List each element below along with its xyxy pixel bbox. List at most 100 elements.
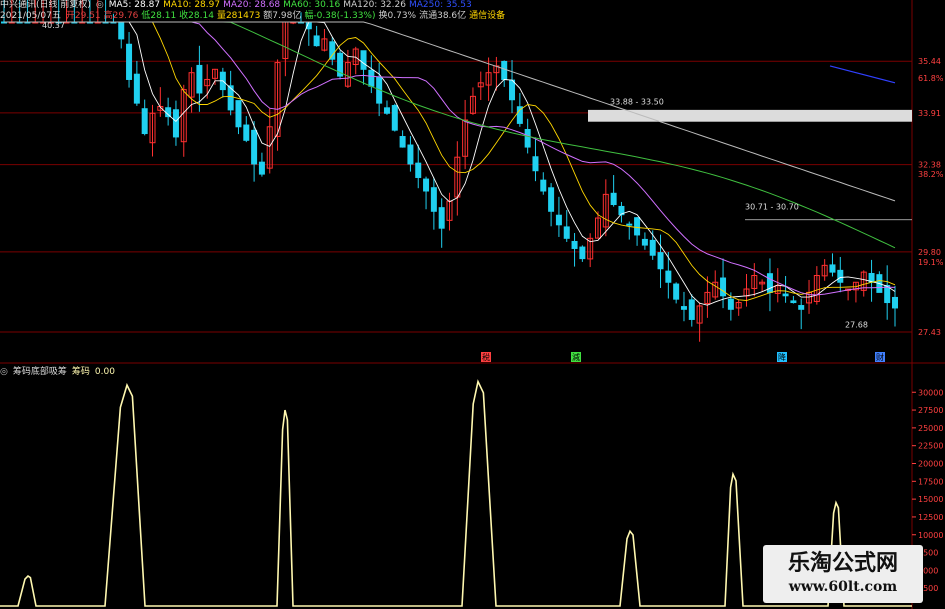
bar-date: 2021/05/07五 — [0, 11, 61, 21]
indicator-value: 0.00 — [94, 367, 115, 377]
candle-body-92 — [720, 277, 727, 297]
candle-body-30 — [235, 100, 242, 128]
candle-body-72 — [563, 226, 570, 239]
candle-body-93 — [727, 298, 734, 310]
ind-tick-7: 12500 — [918, 513, 943, 522]
ma250-line — [829, 65, 896, 84]
price-tick-4: 27.43 — [918, 328, 941, 337]
price-tick-3: 29.80 — [918, 248, 941, 257]
candle-body-85 — [665, 270, 672, 283]
candle-body-113 — [884, 284, 891, 304]
candle-body-46 — [360, 50, 367, 70]
indicator-header: ◎ 筹码底部吸筹 筹码 0.00 — [0, 367, 115, 377]
ind-tick-8: 10000 — [918, 531, 943, 540]
candle-body-69 — [540, 179, 547, 192]
price-annotation-1: 33.88 - 33.50 — [610, 98, 664, 107]
stock-title: 中兴通讯(日线 前复权) — [0, 0, 91, 10]
ohlc-item-0: 开29.51 — [65, 11, 101, 21]
candle-body-102 — [798, 305, 805, 310]
candle-body-52 — [407, 144, 414, 165]
candle-body-68 — [532, 156, 539, 172]
event-marker-label-3: 财 — [876, 352, 884, 362]
ohlc-item-7: 换0.73% — [378, 11, 417, 21]
candle-body-66 — [516, 106, 523, 124]
ma-value-0: MA5: 28.87 — [108, 0, 161, 10]
price-tick-1: 33.91 — [918, 109, 941, 118]
candle-body-87 — [680, 306, 687, 310]
candle-body-49 — [383, 107, 390, 114]
candle-body-54 — [423, 178, 430, 192]
pct-label-1: 38.2% — [918, 170, 944, 179]
ohlc-item-5: 额7.98亿 — [263, 11, 302, 21]
candle-body-33 — [258, 161, 265, 175]
candle-body-106 — [829, 264, 836, 273]
ohlc-item-1: 高29.76 — [103, 11, 139, 21]
candle-body-67 — [524, 128, 531, 148]
candle-body-71 — [555, 214, 562, 226]
event-marker-label-0: 税 — [482, 352, 490, 362]
candle-body-42 — [329, 41, 336, 60]
stock-chart[interactable]: 35.44 33.91 32.38 29.80 27.43 61.8% 38.2% 19.1%… — [0, 0, 945, 609]
indicator-series-label: 筹码 — [71, 367, 90, 377]
candle-body-65 — [509, 79, 516, 101]
event-marker-label-1: 減 — [572, 352, 580, 362]
ohlc-item-6: 幅-0.38(-1.33%) — [304, 11, 376, 21]
candle-body-81 — [634, 217, 641, 236]
chart-header-ohlc: 2021/05/07五 开29.51 高29.76 低28.11 收28.14 量2814… — [0, 11, 513, 22]
ohlc-item-3: 收28.14 — [179, 11, 214, 21]
watermark: 乐淘公式网 www.60lt.com — [763, 545, 923, 603]
indicator-name: 筹码底部吸筹 — [12, 367, 67, 377]
candle-body-15 — [118, 21, 125, 40]
candle-body-21 — [165, 107, 172, 118]
ma20-line — [4, 21, 896, 296]
ma-value-2: MA20: 28.68 — [223, 0, 281, 10]
candle-body-56 — [438, 207, 445, 229]
price-annotation-2: 30.71 - 30.70 — [745, 202, 799, 211]
candle-body-100 — [782, 293, 789, 297]
ma5-line — [4, 21, 896, 306]
ind-tick-5: 17500 — [918, 477, 943, 486]
chart-header-ma: 中兴通讯(日线 前复权) ◎ MA5: 28.87 MA10: 28.97 MA20: … — [0, 0, 472, 10]
price-tick-0: 35.44 — [918, 57, 941, 66]
candle-body-64 — [501, 60, 508, 80]
ma-value-3: MA60: 30.16 — [283, 0, 341, 10]
candle-body-70 — [548, 187, 555, 212]
ind-tick-6: 15000 — [918, 495, 943, 504]
candle-body-25 — [196, 64, 203, 94]
watermark-url: www.60lt.com — [788, 579, 898, 595]
candle-body-86 — [673, 283, 680, 300]
candle-body-31 — [243, 124, 250, 141]
ohlc-item-8: 流通38.6亿 — [419, 11, 467, 21]
candle-body-114 — [892, 296, 898, 309]
ohlc-item-9: 通信设备 — [469, 11, 506, 21]
ind-tick-4: 20000 — [918, 460, 943, 469]
candle-body-17 — [133, 73, 140, 104]
price-band-highlight — [588, 109, 912, 122]
candle-body-88 — [688, 299, 695, 320]
candle-body-47 — [368, 69, 375, 87]
ma-value-5: MA250: 35.53 — [408, 0, 472, 10]
candle-body-82 — [641, 238, 648, 246]
candle-body-83 — [649, 239, 656, 256]
price-annotation-3: 27.68 — [845, 321, 868, 330]
ind-tick-0: 30000 — [918, 388, 943, 397]
candle-body-107 — [837, 269, 844, 283]
candle-body-101 — [790, 300, 797, 304]
price-tick-2: 32.38 — [918, 161, 941, 170]
candle-body-74 — [579, 246, 586, 260]
candle-body-84 — [657, 252, 664, 270]
ind-tick-1: 27500 — [918, 406, 943, 415]
candle-body-55 — [430, 187, 437, 212]
candle-body-53 — [415, 162, 422, 178]
ohlc-item-4: 量281473 — [216, 11, 261, 21]
candle-body-73 — [571, 240, 578, 249]
candle-body-51 — [399, 136, 406, 148]
ma10-line — [4, 21, 896, 301]
ind-tick-2: 25000 — [918, 424, 943, 433]
candle-body-80 — [626, 223, 633, 226]
candle-body-78 — [610, 192, 617, 206]
candle-body-50 — [391, 105, 398, 131]
candle-body-98 — [766, 273, 773, 293]
candle-body-16 — [126, 43, 133, 80]
watermark-title: 乐淘公式网 — [787, 550, 898, 576]
